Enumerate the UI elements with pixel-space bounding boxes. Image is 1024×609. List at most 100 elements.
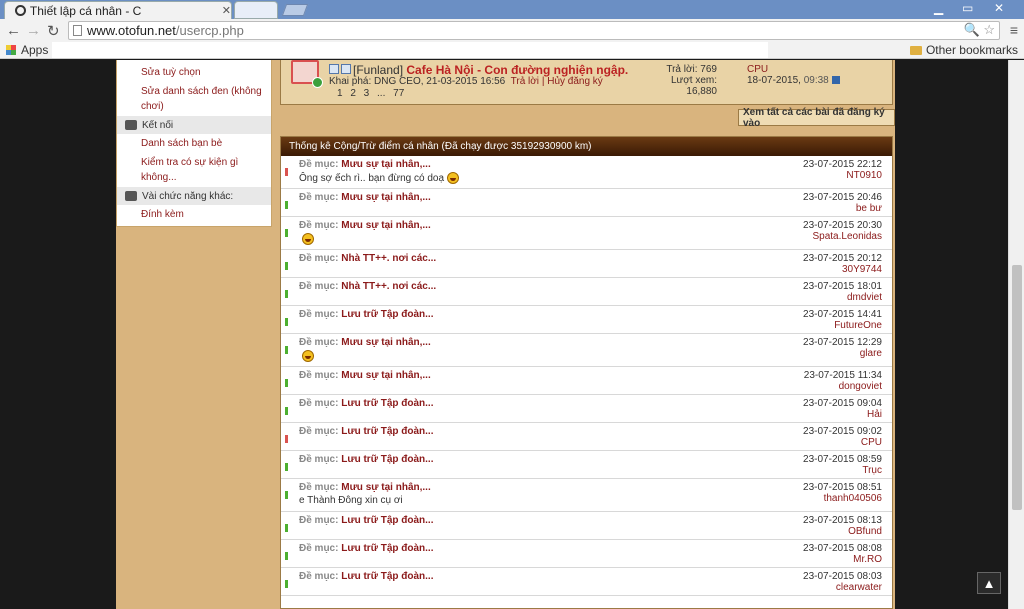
reputation-bar-icon — [285, 379, 288, 387]
row-user-link[interactable]: CPU — [861, 437, 882, 448]
row-user-link[interactable]: 30Y9744 — [842, 264, 882, 275]
stats-rows: Đề mục: Mưu sự tại nhân,... Ông sợ ếch rì… — [281, 156, 892, 596]
reputation-bar-icon — [285, 552, 288, 560]
topic-link[interactable]: Nhà TT++. nơi các... — [341, 253, 436, 264]
topic-link[interactable]: Lưu trữ Tập đoàn... — [341, 309, 433, 320]
topic-link[interactable]: Lưu trữ Tập đoàn... — [341, 426, 433, 437]
address-bar[interactable]: www.otofun.net/usercp.php 🔍 ☆ — [68, 21, 1000, 40]
topic-link[interactable]: Lưu trữ Tập đoàn... — [341, 571, 433, 582]
category-label: Đề mục: — [299, 253, 339, 264]
page-scrollbar[interactable] — [1008, 60, 1024, 609]
topic-link[interactable]: Mưu sự tại nhân,... — [341, 192, 431, 203]
topic-link[interactable]: Lưu trữ Tập đoàn... — [341, 515, 433, 526]
reputation-bar-icon — [285, 168, 288, 176]
row-user-link[interactable]: clearwater — [836, 582, 882, 593]
go-last-post-icon[interactable] — [831, 76, 840, 85]
apps-shortcut[interactable]: Apps — [6, 43, 48, 57]
apps-label: Apps — [21, 43, 49, 57]
browser-tab-active[interactable]: Thiết lập cá nhân - C ✕ — [4, 1, 232, 19]
topic-link[interactable]: Mưu sự tại nhân,... — [341, 159, 431, 170]
row-category: Đề mục: Mưu sự tại nhân,... — [299, 482, 431, 493]
thread-pagination[interactable]: 1 2 3 ... 77 — [337, 88, 404, 99]
sidebar-link-attachments[interactable]: Đính kèm — [117, 205, 271, 224]
row-user-link[interactable]: thanh040506 — [824, 493, 882, 504]
row-user-link[interactable]: Spata.Leonidas — [812, 231, 882, 242]
row-date: 23-07-2015 20:12 — [803, 253, 882, 264]
view-all-subscribed-button[interactable]: Xem tất cả các bài đã đăng ký vào — [738, 107, 895, 129]
row-user-link[interactable]: dmdviet — [847, 292, 882, 303]
topic-link[interactable]: Mưu sự tại nhân,... — [341, 370, 431, 381]
row-date: 23-07-2015 20:46 — [803, 192, 882, 203]
sidebar-link-edit-options[interactable]: Sửa tuỳ chọn — [117, 60, 271, 82]
row-category: Đề mục: Lưu trữ Tập đoàn... — [299, 309, 434, 320]
topic-link[interactable]: Lưu trữ Tập đoàn... — [341, 398, 433, 409]
close-window-icon[interactable]: ✕ — [994, 1, 1004, 15]
row-user-link[interactable]: FutureOne — [834, 320, 882, 331]
sidebar-link-check-events[interactable]: Kiểm tra có sự kiện gì không... — [117, 153, 271, 187]
maximize-icon[interactable]: ▭ — [962, 1, 973, 15]
category-label: Đề mục: — [299, 309, 339, 320]
scrollbar-thumb[interactable] — [1012, 265, 1022, 510]
reputation-bar-icon — [285, 346, 288, 354]
browser-tab-blank[interactable] — [234, 1, 278, 19]
go-first-unread-icon[interactable] — [329, 64, 339, 74]
thread-prefix[interactable]: [Funland] — [353, 63, 403, 77]
reputation-bar-icon — [285, 407, 288, 415]
users-icon — [125, 120, 137, 130]
topic-link[interactable]: Mưu sự tại nhân,... — [341, 482, 431, 493]
last-post-user[interactable]: CPU — [747, 64, 840, 75]
topic-link[interactable]: Lưu trữ Tập đoàn... — [341, 454, 433, 465]
site-favicon-icon — [15, 5, 26, 16]
row-user-link[interactable]: Trục — [862, 465, 882, 476]
new-tab-button[interactable] — [281, 4, 309, 16]
row-user-link[interactable]: glare — [860, 348, 882, 359]
row-user-link[interactable]: Mr.RO — [853, 554, 882, 565]
unsubscribe-link[interactable]: Hủy đăng ký — [547, 76, 603, 87]
reload-icon[interactable]: ↻ — [47, 22, 60, 40]
row-message: e Thành Đông xin cụ ơi — [299, 495, 403, 506]
hamburger-menu-icon[interactable]: ≡ — [1010, 22, 1018, 38]
link-separator: | — [541, 76, 545, 87]
row-category: Đề mục: Mưu sự tại nhân,... — [299, 370, 431, 381]
message-text: Ông sợ ếch rì.. bạn đừng có doạ — [299, 172, 445, 184]
topic-link[interactable]: Mưu sự tại nhân,... — [341, 220, 431, 231]
back-arrow-icon[interactable]: ← — [6, 22, 21, 39]
row-user-link[interactable]: NT0910 — [846, 170, 882, 181]
views-count: 16,880 — [686, 86, 717, 97]
table-row: Đề mục: Lưu trữ Tập đoàn... 23-07-2015 08… — [281, 568, 892, 596]
table-row: Đề mục: Lưu trữ Tập đoàn... 23-07-2015 09… — [281, 423, 892, 451]
bookmarks-empty-area — [52, 42, 768, 58]
table-row: Đề mục: Lưu trữ Tập đoàn... 23-07-2015 09… — [281, 395, 892, 423]
row-user-link[interactable]: OBfund — [848, 526, 882, 537]
thread-title-link[interactable]: Cafe Hà Nội - Con đường nghiện ngập. — [406, 63, 628, 77]
table-row: Đề mục: Nhà TT++. nơi các... 23-07-2015 2… — [281, 250, 892, 278]
omnibox-icons: 🔍 ☆ — [964, 22, 995, 38]
sidebar-link-edit-blacklist[interactable]: Sửa danh sách đen (không chơi) — [117, 82, 271, 116]
reply-count: Trả lời: 769 — [666, 64, 717, 75]
row-user-link[interactable]: Hải — [867, 409, 882, 420]
apps-grid-icon — [6, 45, 16, 55]
topic-link[interactable]: Nhà TT++. nơi các... — [341, 281, 436, 292]
row-category: Đề mục: Lưu trữ Tập đoàn... — [299, 543, 434, 554]
tab-close-icon[interactable]: ✕ — [222, 4, 231, 17]
topic-link[interactable]: Lưu trữ Tập đoàn... — [341, 543, 433, 554]
forward-arrow-icon[interactable]: → — [26, 22, 41, 39]
reply-link[interactable]: Trả lời — [511, 76, 539, 87]
other-bookmarks[interactable]: Other bookmarks — [909, 43, 1018, 57]
last-post-date: 18-07-2015, — [747, 75, 801, 86]
row-category: Đề mục: Lưu trữ Tập đoàn... — [299, 515, 434, 526]
thread-title: [Funland] Cafe Hà Nội - Con đường nghiện… — [353, 63, 628, 77]
stats-header: Thống kê Cộng/Trừ điểm cá nhân (Đã chạy … — [281, 137, 892, 156]
sidebar-link-friends[interactable]: Danh sách bạn bè — [117, 134, 271, 153]
topic-link[interactable]: Mưu sự tại nhân,... — [341, 337, 431, 348]
chevron-up-icon[interactable]: ▲ — [977, 572, 1001, 594]
row-user-link[interactable]: be bư — [856, 203, 882, 214]
tools-icon — [125, 191, 137, 201]
search-icon[interactable]: 🔍 — [964, 22, 980, 37]
table-row: Đề mục: Mưu sự tại nhân,... 23-07-2015 12… — [281, 334, 892, 367]
star-icon[interactable]: ☆ — [983, 22, 995, 37]
page-viewport: Sửa tuỳ chọn Sửa danh sách đen (không ch… — [0, 60, 1024, 609]
reputation-bar-icon — [285, 290, 288, 298]
row-user-link[interactable]: dongoviet — [839, 381, 882, 392]
minimize-icon[interactable]: ▁ — [934, 1, 943, 15]
